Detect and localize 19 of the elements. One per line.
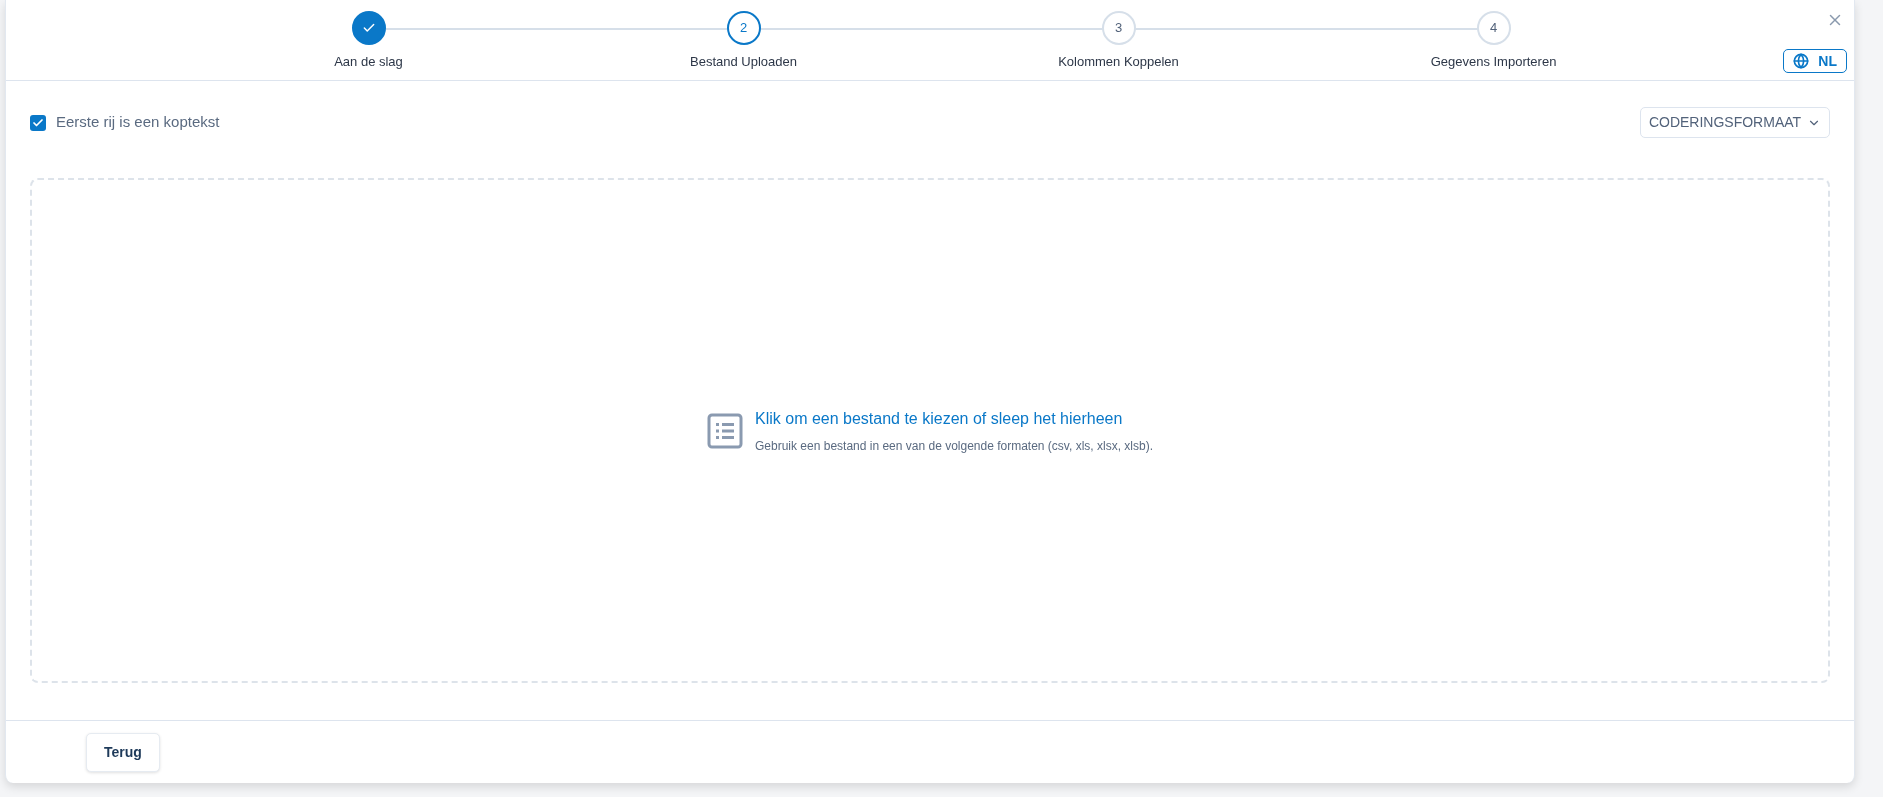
- step-number: 4: [1489, 19, 1498, 38]
- language-button[interactable]: NL: [1783, 49, 1847, 73]
- step-label: Aan de slag: [334, 53, 403, 71]
- file-drop-zone[interactable]: Klik om een bestand te kiezen of sleep het hierheen Gebruik een bestand in een van de volgende formaten (csv, xls, xlsx, xlsb).: [30, 178, 1830, 683]
- encoding-dropdown[interactable]: CODERINGSFORMAAT: [1640, 107, 1830, 138]
- checkbox-label: Eerste rij is een koptekst: [56, 112, 220, 133]
- check-icon: [361, 21, 376, 35]
- step-number: 2: [739, 19, 748, 38]
- drop-zone-hint: Gebruik een bestand in een van de volgende formaten (csv, xls, xlsx, xlsb).: [755, 437, 1153, 455]
- back-button[interactable]: Terug: [86, 732, 160, 772]
- check-icon: [32, 116, 44, 129]
- drop-zone-title[interactable]: Klik om een bestand te kiezen of sleep het hierheen: [755, 406, 1153, 431]
- step-number: 3: [1114, 19, 1123, 38]
- step-label: Gegevens Importeren: [1430, 53, 1557, 71]
- step-label: Kolommen Koppelen: [1058, 53, 1179, 71]
- step-label: Bestand Uploaden: [690, 53, 797, 71]
- globe-icon: [1793, 53, 1809, 69]
- list-icon: [707, 412, 743, 449]
- checkbox[interactable]: [30, 114, 46, 131]
